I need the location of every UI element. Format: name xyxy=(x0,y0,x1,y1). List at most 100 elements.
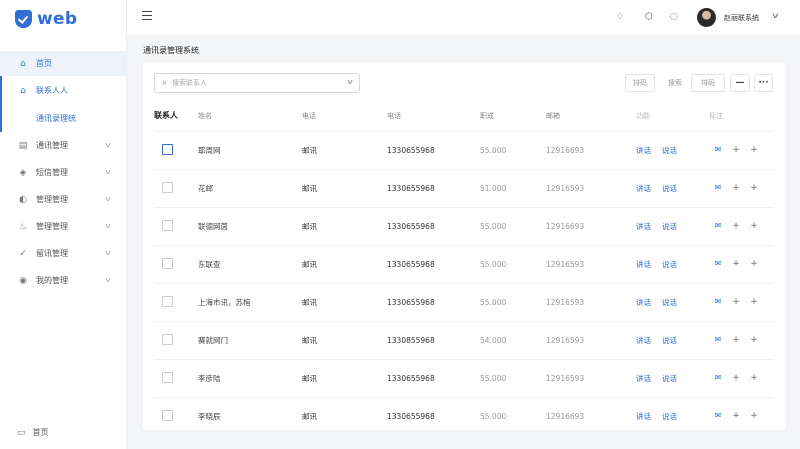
sidebar-item-home[interactable]: ⌂ 首页 xyxy=(0,51,127,76)
message-icon[interactable]: ◌ xyxy=(670,12,678,22)
search-input[interactable] xyxy=(172,79,333,87)
plus-icon[interactable]: + xyxy=(745,297,763,307)
contact-phone: 1330655968 xyxy=(387,169,480,208)
plus-icon[interactable]: + xyxy=(727,373,745,383)
avatar[interactable] xyxy=(697,8,716,27)
table-row[interactable]: 耶周网 邮讯 1330655968 55.000 12916693 讲话 说话 ✉ + + xyxy=(154,131,773,170)
sidebar-item-sms[interactable]: ◈ 短信管理 v xyxy=(0,159,127,186)
mail-icon[interactable]: ✉ xyxy=(709,297,727,306)
talk-link[interactable]: 讲话 xyxy=(636,222,651,231)
contact-phone: 1330655968 xyxy=(387,397,480,436)
row-actions-cell: 讲话 说话 xyxy=(636,131,709,170)
plus-icon[interactable]: + xyxy=(727,411,745,421)
talk-link[interactable]: 讲话 xyxy=(636,374,651,383)
contact-tag: 邮讯 xyxy=(302,169,387,208)
table-row[interactable]: 花邮 邮讯 1330655968 51.000 12916593 讲话 说话 ✉ + + xyxy=(154,169,773,208)
row-checkbox[interactable] xyxy=(162,371,173,383)
mail-icon[interactable]: ✉ xyxy=(709,259,727,268)
plus-icon[interactable]: + xyxy=(745,373,763,383)
contact-name: 花邮 xyxy=(198,169,302,208)
row-actions-cell: 讲话 说话 xyxy=(636,321,709,360)
minimize-button[interactable]: — xyxy=(730,74,750,92)
column-header: 标注 xyxy=(709,101,773,132)
row-select-cell xyxy=(154,245,198,284)
row-checkbox[interactable] xyxy=(162,257,173,269)
contact-code: 12916693 xyxy=(546,131,636,170)
contact-amount: 55.000 xyxy=(480,283,546,322)
sidebar-item-mine[interactable]: ◉ 我的管理 v xyxy=(0,267,127,294)
mail-icon[interactable]: ✉ xyxy=(709,373,727,382)
row-icons-cell: ✉ + + xyxy=(709,207,773,246)
speak-link[interactable]: 说话 xyxy=(662,146,677,155)
plus-icon[interactable]: + xyxy=(745,335,763,345)
talk-link[interactable]: 讲话 xyxy=(636,336,651,345)
plus-icon[interactable]: + xyxy=(745,145,763,155)
speak-link[interactable]: 说话 xyxy=(662,412,677,421)
plus-icon[interactable]: + xyxy=(727,297,745,307)
table-row[interactable]: 东联查 邮讯 1330655968 55.000 12916593 讲话 说话 ✉ + + xyxy=(154,245,773,284)
mail-icon[interactable]: ✉ xyxy=(709,145,727,154)
talk-link[interactable]: 讲话 xyxy=(636,298,651,307)
contact-phone: 1330655968 xyxy=(387,283,480,322)
plus-icon[interactable]: + xyxy=(745,221,763,231)
more-button[interactable]: ··· xyxy=(754,74,773,92)
sidebar-subitem-directory[interactable]: 通讯录理统 xyxy=(2,105,127,132)
headset-icon: ◐ xyxy=(19,194,27,205)
mail-icon[interactable]: ✉ xyxy=(709,335,727,344)
speak-link[interactable]: 说话 xyxy=(662,298,677,307)
plus-icon[interactable]: + xyxy=(727,335,745,345)
user-name[interactable]: 赵丽联系统 xyxy=(724,13,759,23)
menu-icon[interactable] xyxy=(142,11,152,21)
app-logo[interactable]: web xyxy=(15,8,77,30)
chevron-down-icon[interactable]: v xyxy=(772,11,779,20)
row-checkbox[interactable] xyxy=(162,181,173,193)
speak-link[interactable]: 说话 xyxy=(662,374,677,383)
table-row[interactable]: 李晓辰 邮讯 1330655968 55.000 12916693 讲话 说话 ✉ + + xyxy=(154,397,773,436)
plus-icon[interactable]: + xyxy=(745,183,763,193)
talk-link[interactable]: 讲话 xyxy=(636,146,651,155)
table-row[interactable]: 上海市讯，苏榕 邮讯 1330655968 55.000 12916593 讲话 说话 ✉ + + xyxy=(154,283,773,322)
speak-link[interactable]: 说话 xyxy=(662,222,677,231)
talk-link[interactable]: 讲话 xyxy=(636,260,651,269)
contact-code: 12916693 xyxy=(546,207,636,246)
speak-link[interactable]: 说话 xyxy=(662,336,677,345)
chevron-down-icon[interactable]: v xyxy=(347,78,353,86)
talk-link[interactable]: 讲话 xyxy=(636,184,651,193)
plus-icon[interactable]: + xyxy=(745,411,763,421)
row-checkbox[interactable] xyxy=(162,333,173,345)
plus-icon[interactable]: + xyxy=(727,221,745,231)
speak-link[interactable]: 说话 xyxy=(662,184,677,193)
row-checkbox[interactable] xyxy=(162,295,173,307)
plus-icon[interactable]: + xyxy=(727,183,745,193)
row-icons-cell: ✉ + + xyxy=(709,131,773,170)
plus-icon[interactable]: + xyxy=(745,259,763,269)
sidebar-item-management-a[interactable]: ◐ 管理管理 v xyxy=(0,186,127,213)
row-checkbox[interactable] xyxy=(162,143,173,155)
table-row[interactable]: 李彦陆 邮讯 1330655968 55.000 12916593 讲话 说话 ✉ + + xyxy=(154,359,773,398)
mail-icon[interactable]: ✉ xyxy=(709,183,727,192)
plus-icon[interactable]: + xyxy=(727,145,745,155)
table-row[interactable]: 赛就网门 邮讯 1330855968 54.000 12916593 讲话 说话 ✉ + + xyxy=(154,321,773,360)
search-button[interactable]: 搜索 xyxy=(660,74,690,92)
sidebar-item-contacts[interactable]: ⌂ 联系人人 xyxy=(2,76,127,105)
sort-button-2[interactable]: 排码 xyxy=(691,74,725,92)
sort-button[interactable]: 排码 xyxy=(625,74,655,92)
sidebar-item-communications[interactable]: ▤ 通讯管理 v xyxy=(0,132,127,159)
talk-link[interactable]: 讲话 xyxy=(636,412,651,421)
settings-icon[interactable]: ⬡ xyxy=(645,12,653,22)
row-checkbox[interactable] xyxy=(162,219,173,231)
plus-icon[interactable]: + xyxy=(727,259,745,269)
bell-icon[interactable]: ♢ xyxy=(616,12,624,22)
sidebar-item-messages[interactable]: ✓ 留讯管理 v xyxy=(0,240,127,267)
contact-amount: 55.000 xyxy=(480,397,546,436)
table-row[interactable]: 联德网茵 邮讯 1330655968 55.000 12916693 讲话 说话 ✉ + + xyxy=(154,207,773,246)
row-checkbox[interactable] xyxy=(162,409,173,421)
sidebar-item-management-b[interactable]: ♨ 管理管理 v xyxy=(0,213,127,240)
contact-tag: 邮讯 xyxy=(302,207,387,246)
search-box[interactable]: ⌕ v xyxy=(154,73,360,93)
sidebar-footer-item[interactable]: ▭ 首页 xyxy=(17,427,49,438)
speak-link[interactable]: 说话 xyxy=(662,260,677,269)
column-header: 姓名 xyxy=(198,101,302,132)
mail-icon[interactable]: ✉ xyxy=(709,411,727,420)
mail-icon[interactable]: ✉ xyxy=(709,221,727,230)
